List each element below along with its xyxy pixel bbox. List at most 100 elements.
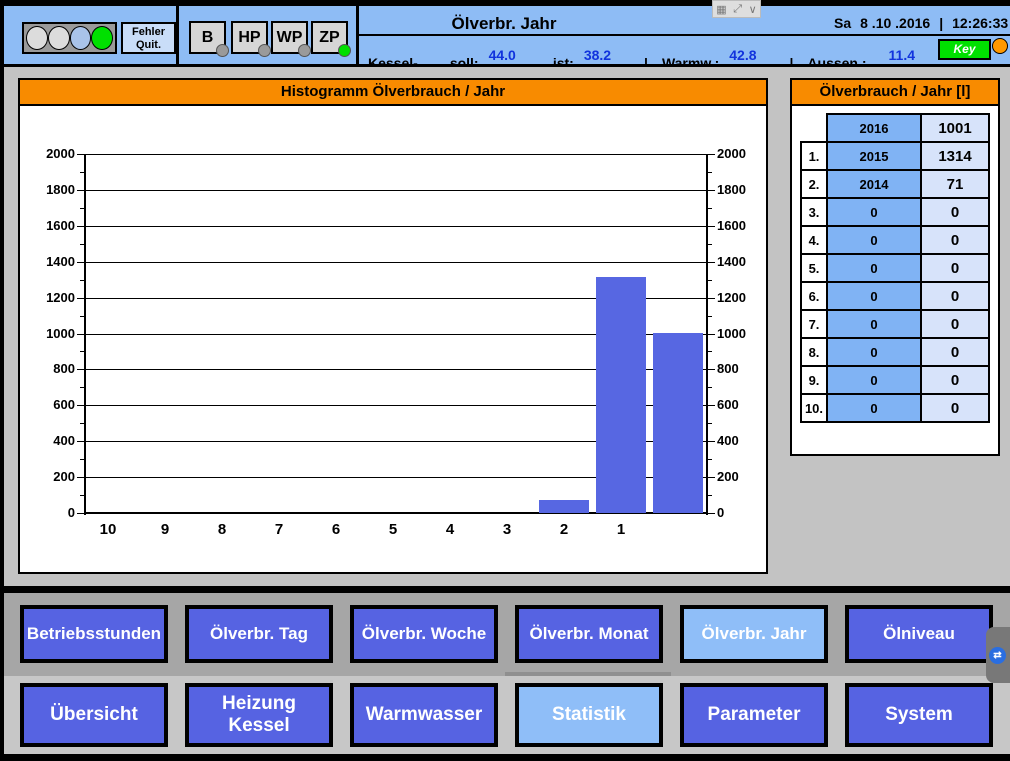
row-value: 0 xyxy=(921,254,989,282)
ytick-right-0 xyxy=(707,513,715,514)
ytick-right-800 xyxy=(707,369,715,370)
status-led-4 xyxy=(91,26,113,50)
ylabel-left-1800: 1800 xyxy=(20,182,75,197)
expand-icon[interactable]: ⤢ xyxy=(733,3,742,16)
dongle-indicator xyxy=(992,38,1008,54)
nav-button-heizung-kessel[interactable]: Heizung Kessel xyxy=(185,683,333,747)
row-value: 0 xyxy=(921,282,989,310)
mode-led-hp xyxy=(258,44,271,57)
status-led-1 xyxy=(26,26,48,50)
nav-separator xyxy=(0,586,1010,593)
nav-button-oelverbr-monat[interactable]: Ölverbr. Monat xyxy=(515,605,663,663)
nav-button-oelverbr-jahr[interactable]: Ölverbr. Jahr xyxy=(680,605,828,663)
remote-support-tab[interactable]: ⇄ xyxy=(986,627,1010,683)
row-index: 9. xyxy=(801,366,827,394)
ylabel-left-1400: 1400 xyxy=(20,254,75,269)
y-axis-left xyxy=(84,154,86,515)
table-row: 5.00 xyxy=(801,254,989,282)
bar-current xyxy=(653,333,703,513)
date-label: 8 .10 .2016 xyxy=(860,15,930,31)
ytick-right-1600 xyxy=(707,226,715,227)
mode-button-wp[interactable]: WP xyxy=(271,21,308,54)
row-year: 0 xyxy=(827,282,921,310)
gridline-1600 xyxy=(85,226,707,227)
row-value: 0 xyxy=(921,226,989,254)
xlabel-2: 2 xyxy=(544,521,584,538)
ylabel-right-2000: 2000 xyxy=(717,146,746,161)
mode-led-wp xyxy=(298,44,311,57)
ylabel-right-1000: 1000 xyxy=(717,326,746,341)
nav-button-oelverbr-tag[interactable]: Ölverbr. Tag xyxy=(185,605,333,663)
chevron-down-icon[interactable]: ∨ xyxy=(749,3,757,16)
ytick-right-400 xyxy=(707,441,715,442)
mode-button-b[interactable]: B xyxy=(189,21,226,54)
row-value: 1001 xyxy=(921,114,989,142)
table-row: 6.00 xyxy=(801,282,989,310)
ylabel-right-1400: 1400 xyxy=(717,254,746,269)
grid-icon[interactable]: ▦ xyxy=(716,3,726,16)
bottom-border xyxy=(0,754,1010,761)
ylabel-right-1800: 1800 xyxy=(717,182,746,197)
nav-button-betriebsstunden[interactable]: Betriebsstunden xyxy=(20,605,168,663)
gridline-1400 xyxy=(85,262,707,263)
year-table-panel: Ölverbrauch / Jahr [l] 201610011.2015131… xyxy=(790,78,1000,456)
datetime-display: Sa 8 .10 .2016 | 12:26:33 xyxy=(834,15,1010,31)
ylabel-right-1200: 1200 xyxy=(717,290,746,305)
remote-support-icon: ⇄ xyxy=(989,647,1006,664)
row-value: 0 xyxy=(921,338,989,366)
page-title: Ölverbr. Jahr xyxy=(364,14,644,34)
ylabel-right-600: 600 xyxy=(717,397,739,412)
table-row: 4.00 xyxy=(801,226,989,254)
xlabel-9: 9 xyxy=(145,521,185,538)
ylabel-left-0: 0 xyxy=(20,505,75,520)
ytick-right-200 xyxy=(707,477,715,478)
xlabel-1: 1 xyxy=(601,521,641,538)
row-index: 8. xyxy=(801,338,827,366)
mode-button-zp[interactable]: ZP xyxy=(311,21,348,54)
key-button[interactable]: Key xyxy=(938,39,991,60)
xlabel-10: 10 xyxy=(88,521,128,538)
xlabel-4: 4 xyxy=(430,521,470,538)
table-row: 20161001 xyxy=(801,114,989,142)
row-index: 1. xyxy=(801,142,827,170)
xlabel-3: 3 xyxy=(487,521,527,538)
row-value: 71 xyxy=(921,170,989,198)
row-value: 0 xyxy=(921,310,989,338)
nav-button-uebersicht[interactable]: Übersicht xyxy=(20,683,168,747)
fehler-label-1: Fehler xyxy=(123,26,174,39)
ylabel-left-2000: 2000 xyxy=(20,146,75,161)
row-year: 0 xyxy=(827,366,921,394)
xlabel-7: 7 xyxy=(259,521,299,538)
nav-button-parameter[interactable]: Parameter xyxy=(680,683,828,747)
ylabel-left-1200: 1200 xyxy=(20,290,75,305)
ytick-right-1400 xyxy=(707,262,715,263)
mode-led-b xyxy=(216,44,229,57)
table-row: 8.00 xyxy=(801,338,989,366)
nav-button-oelverbr-woche[interactable]: Ölverbr. Woche xyxy=(350,605,498,663)
nav-button-statistik[interactable]: Statistik xyxy=(515,683,663,747)
ytick-right-1800 xyxy=(707,190,715,191)
nav-button-warmwasser[interactable]: Warmwasser xyxy=(350,683,498,747)
mode-button-hp[interactable]: HP xyxy=(231,21,268,54)
ylabel-right-1600: 1600 xyxy=(717,218,746,233)
header-divider-1 xyxy=(176,6,179,64)
nav-button-system[interactable]: System xyxy=(845,683,993,747)
ylabel-left-400: 400 xyxy=(20,433,75,448)
nav-button-oelniveau[interactable]: Ölniveau xyxy=(845,605,993,663)
ylabel-left-800: 800 xyxy=(20,361,75,376)
row-index: 2. xyxy=(801,170,827,198)
row-year: 2015 xyxy=(827,142,921,170)
ylabel-left-1000: 1000 xyxy=(20,326,75,341)
table-row: 2.201471 xyxy=(801,170,989,198)
status-led-panel xyxy=(22,22,117,54)
year-table-title: Ölverbrauch / Jahr [l] xyxy=(792,80,998,106)
fehler-quit-button[interactable]: Fehler Quit. xyxy=(121,22,176,54)
ylabel-right-400: 400 xyxy=(717,433,739,448)
status-led-3 xyxy=(70,26,92,50)
datetime-separator: | xyxy=(939,15,943,31)
xlabel-6: 6 xyxy=(316,521,356,538)
remote-view-toolbar[interactable]: ▦ ⤢ ∨ xyxy=(712,0,761,18)
bar-1 xyxy=(596,277,646,513)
row-index: 7. xyxy=(801,310,827,338)
row-index xyxy=(801,114,827,142)
